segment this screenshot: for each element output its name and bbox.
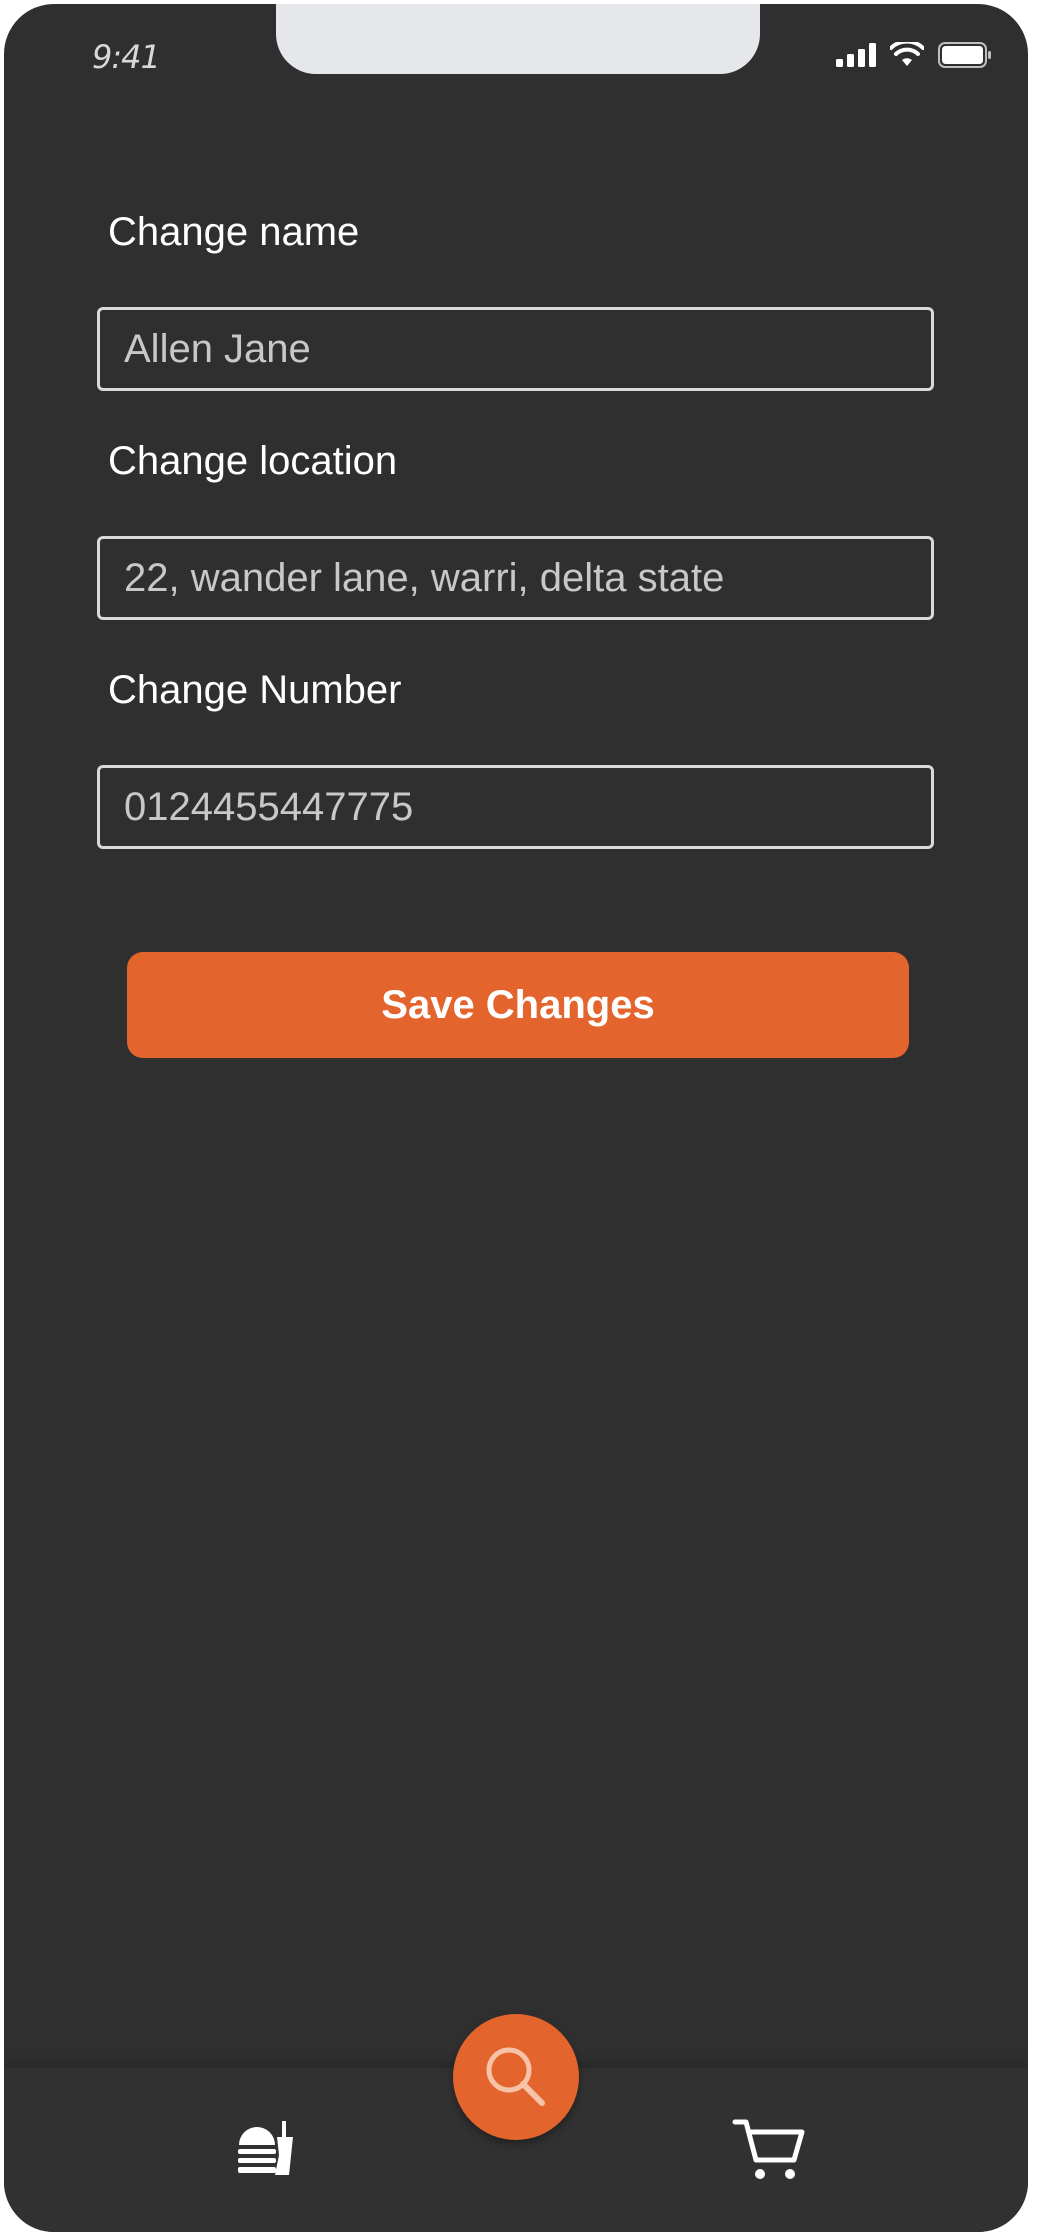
food-menu-icon[interactable] — [235, 2115, 299, 2184]
status-time: 9:41 — [92, 38, 161, 76]
signal-icon — [836, 43, 876, 72]
number-label: Change Number — [108, 668, 402, 712]
name-input[interactable] — [97, 307, 934, 391]
status-icons — [836, 39, 992, 73]
save-changes-button[interactable]: Save Changes — [127, 952, 909, 1058]
location-label: Change location — [108, 439, 398, 483]
cart-icon[interactable] — [732, 2116, 806, 2189]
phone-screen: 9:41 Change name Allen Jane Change locat… — [4, 4, 1028, 2232]
device-notch — [276, 4, 760, 74]
search-button[interactable] — [453, 2014, 579, 2140]
number-input[interactable] — [97, 765, 934, 849]
battery-icon — [938, 42, 992, 73]
name-label: Change name — [108, 210, 360, 254]
location-input[interactable] — [97, 536, 934, 620]
search-icon — [486, 2047, 545, 2106]
wifi-icon — [889, 39, 925, 73]
